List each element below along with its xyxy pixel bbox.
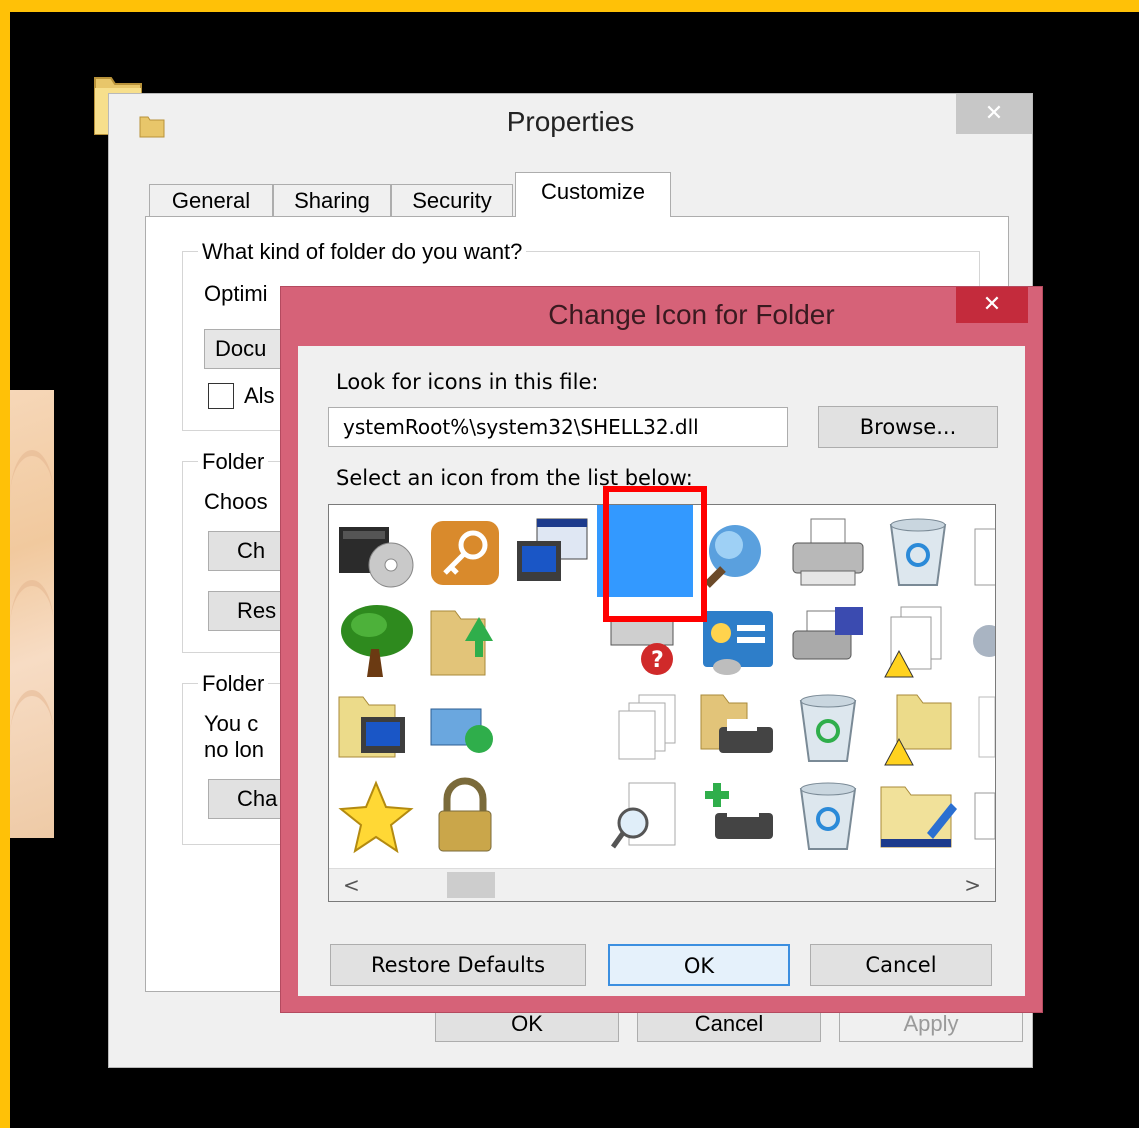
optimize-label: Optimi xyxy=(204,281,268,306)
folder-edit-icon[interactable] xyxy=(877,777,959,857)
document-warning-icon[interactable] xyxy=(877,601,959,681)
scroll-right-icon[interactable]: > xyxy=(964,873,981,897)
recycle-bin-icon[interactable] xyxy=(787,777,869,857)
printer-icon[interactable] xyxy=(787,513,869,593)
properties-title: Properties xyxy=(506,106,635,137)
dialog-body: Look for icons in this file: ystemRoot%\… xyxy=(298,346,1025,996)
folder-warning-icon[interactable] xyxy=(877,689,959,769)
scroll-thumb[interactable] xyxy=(447,872,495,898)
icon-file-path-input[interactable]: ystemRoot%\system32\SHELL32.dll xyxy=(328,407,788,447)
search-document-icon[interactable] xyxy=(605,777,687,857)
magnifier-globe-icon[interactable] xyxy=(699,513,781,593)
recycle-bin-empty-icon[interactable] xyxy=(877,513,959,593)
dialog-ok-button[interactable]: OK xyxy=(608,944,790,986)
change-icon-title: Change Icon for Folder xyxy=(548,299,835,330)
folder-type-group-label: What kind of folder do you want? xyxy=(198,239,527,265)
also-apply-label: Als xyxy=(244,383,275,408)
tab-customize[interactable]: Customize xyxy=(515,172,671,217)
you-can-text: You c xyxy=(204,711,259,736)
list-partial-icon xyxy=(978,696,995,758)
tab-security[interactable]: Security xyxy=(391,184,513,216)
folder-arrow-icon[interactable] xyxy=(425,601,507,681)
icon-list-scrollbar[interactable]: < > xyxy=(329,868,995,901)
gear-partial-icon xyxy=(973,625,995,657)
padlock-icon[interactable] xyxy=(425,777,507,857)
disc-drive-icon[interactable] xyxy=(335,513,417,593)
browse-button[interactable]: Browse... xyxy=(818,406,998,448)
add-printer-icon[interactable] xyxy=(697,777,779,857)
folder-pictures-label: Folder xyxy=(198,449,269,475)
also-apply-checkbox[interactable] xyxy=(208,383,234,409)
scroll-left-icon[interactable]: < xyxy=(343,873,360,897)
dialog-cancel-button[interactable]: Cancel xyxy=(810,944,992,986)
tab-general[interactable]: General xyxy=(149,184,273,216)
recycle-bin-full-icon[interactable] xyxy=(787,689,869,769)
properties-titlebar[interactable]: Properties ✕ xyxy=(109,94,1032,156)
look-for-icons-label: Look for icons in this file: xyxy=(336,370,599,394)
documents-stack-icon[interactable] xyxy=(605,689,687,769)
key-icon[interactable] xyxy=(425,513,507,593)
star-icon[interactable] xyxy=(335,777,417,857)
settings-partial-icon xyxy=(974,792,995,840)
tree-icon[interactable] xyxy=(335,601,417,681)
folder-icons-label: Folder xyxy=(198,671,269,697)
restore-defaults-button[interactable]: Restore Defaults xyxy=(330,944,586,986)
folder-printer-icon[interactable] xyxy=(697,689,779,769)
svg-text:?: ? xyxy=(651,648,664,673)
computer-window-icon[interactable] xyxy=(511,513,593,593)
network-sync-icon[interactable] xyxy=(425,689,507,769)
control-panel-icon[interactable] xyxy=(697,601,779,681)
no-longer-text: no lon xyxy=(204,737,264,762)
tab-sharing[interactable]: Sharing xyxy=(273,184,391,216)
dialog-close-button[interactable]: ✕ xyxy=(956,287,1028,323)
document-partial-icon xyxy=(974,528,995,586)
choose-file-label: Choos xyxy=(204,489,268,514)
selection-highlight-box xyxy=(603,486,707,622)
printer-disk-icon[interactable] xyxy=(787,601,869,681)
folder-computer-icon[interactable] xyxy=(335,689,417,769)
properties-close-button[interactable]: ✕ xyxy=(956,94,1032,134)
wallpaper-fragment xyxy=(10,390,54,838)
change-icon-dialog: Change Icon for Folder ✕ Look for icons … xyxy=(280,286,1043,1013)
